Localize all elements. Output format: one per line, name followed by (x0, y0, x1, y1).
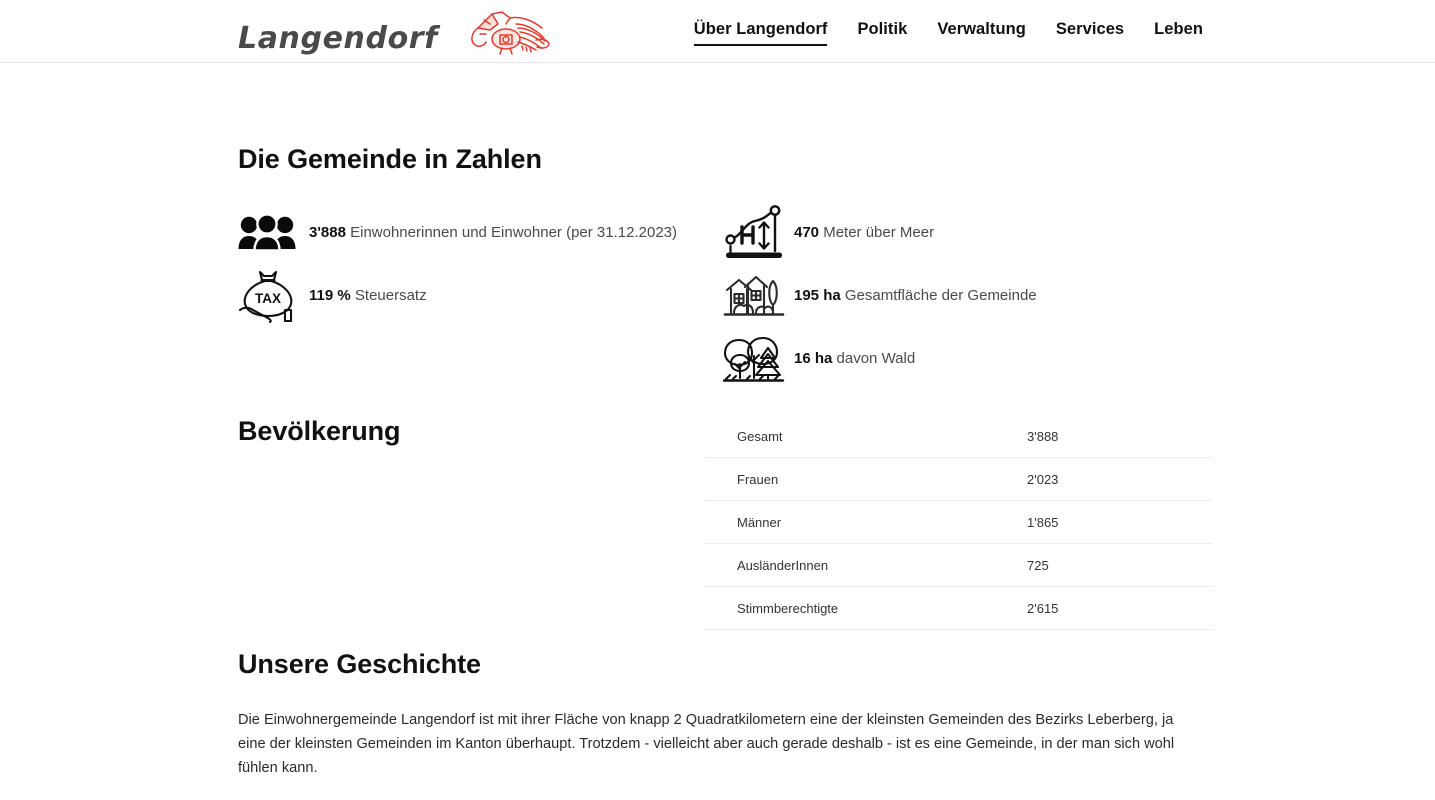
population-row-label: Frauen (705, 457, 1027, 501)
section-title-zahlen: Die Gemeinde in Zahlen (238, 144, 542, 174)
table-row: Stimmberechtigte 2'615 (705, 586, 1213, 630)
table-row: Frauen 2'023 (705, 457, 1213, 501)
fact-forest-area: 16 ha davon Wald (723, 327, 1208, 390)
population-row-label: Männer (705, 500, 1027, 544)
facts-grid: 3'888 Einwohnerinnen und Einwohner (per … (238, 201, 1213, 390)
fact-tax-rate-text: 119 % Steuersatz (300, 285, 427, 307)
population-row-value: 2'615 (1027, 586, 1213, 630)
history-paragraph: Die Einwohnergemeinde Langendorf ist mit… (238, 712, 1175, 776)
facts-column-right: 470 Meter über Meer 195 ha Gesamtfläche … (723, 201, 1208, 390)
fact-forest-area-label: davon Wald (836, 350, 916, 368)
nav-item-verwaltung[interactable]: Verwaltung (937, 18, 1026, 46)
fact-population-value: 3'888 (309, 224, 346, 242)
population-title-column: Bevölkerung (238, 415, 705, 630)
population-table-column: Gesamt 3'888 Frauen 2'023 Männer 1'865 A… (705, 415, 1213, 630)
population-row-value: 725 (1027, 543, 1213, 587)
nav-item-ueber-langendorf[interactable]: Über Langendorf (693, 18, 828, 46)
fact-total-area-label: Gesamtfläche der Gemeinde (844, 287, 1037, 305)
nav-item-services[interactable]: Services (1056, 18, 1124, 46)
section-title-bevoelkerung: Bevölkerung (238, 416, 401, 446)
section-unsere-geschichte: Unsere Geschichte Die Einwohnergemeinde … (238, 648, 1213, 800)
fact-altitude-text: 470 Meter über Meer (785, 222, 934, 244)
fact-altitude-value: 470 (794, 224, 820, 242)
fact-total-area-text: 195 ha Gesamtfläche der Gemeinde (785, 285, 1037, 307)
tax-money-bag-icon: TAX (238, 267, 300, 325)
nav-item-leben[interactable]: Leben (1154, 18, 1203, 46)
population-row-value: 1'865 (1027, 500, 1213, 544)
population-row-label: Gesamt (705, 415, 1027, 458)
houses-with-trees-icon (723, 267, 785, 325)
fact-total-area-value: 195 ha (794, 287, 841, 305)
population-row-label: Stimmberechtigte (705, 586, 1027, 630)
population-row-value: 3'888 (1027, 415, 1213, 458)
nav-item-politik[interactable]: Politik (857, 18, 907, 46)
fact-altitude: 470 Meter über Meer (723, 201, 1208, 264)
facts-column-left: 3'888 Einwohnerinnen und Einwohner (per … (238, 201, 723, 390)
fact-total-area: 195 ha Gesamtfläche der Gemeinde (723, 264, 1208, 327)
population-row-value: 2'023 (1027, 457, 1213, 501)
fact-population-text: 3'888 Einwohnerinnen und Einwohner (per … (300, 222, 677, 244)
svg-text:TAX: TAX (255, 291, 281, 306)
heraldic-eagle-icon (432, 10, 550, 56)
brand-wordmark: Langendorf (238, 21, 438, 56)
table-row: AusländerInnen 725 (705, 543, 1213, 587)
fact-forest-area-value: 16 ha (794, 350, 833, 368)
fact-population: 3'888 Einwohnerinnen und Einwohner (per … (238, 201, 723, 264)
section-title-geschichte: Unsere Geschichte (238, 649, 481, 679)
population-table: Gesamt 3'888 Frauen 2'023 Männer 1'865 A… (705, 415, 1213, 630)
people-group-icon (238, 204, 300, 262)
section-gemeinde-in-zahlen: Die Gemeinde in Zahlen 3'888 Einwohnerin… (238, 143, 1213, 390)
main-navigation: Über Langendorf Politik Verwaltung Servi… (693, 0, 1203, 63)
fact-tax-rate-value: 119 % (309, 287, 351, 305)
history-body: Die Einwohnergemeinde Langendorf ist mit… (238, 709, 1213, 800)
fact-population-label: Einwohnerinnen und Einwohner (per 31.12.… (350, 224, 678, 242)
forest-trees-icon (723, 330, 785, 388)
history-paragraph: Unser Dorf hat sich im Verlauf der letzt… (238, 796, 1183, 800)
fact-forest-area-text: 16 ha davon Wald (785, 348, 915, 370)
population-row-label: AusländerInnen (705, 543, 1027, 587)
site-logo[interactable]: Langendorf (238, 10, 550, 58)
table-row: Gesamt 3'888 (705, 415, 1213, 458)
section-bevoelkerung: Bevölkerung Gesamt 3'888 Frauen 2'023 Mä… (238, 415, 1213, 630)
fact-altitude-label: Meter über Meer (823, 224, 935, 242)
site-header: Langendorf Über Langendorf Politik Verwa… (0, 0, 1435, 63)
fact-tax-rate: TAX 119 % Steuersatz (238, 264, 723, 327)
table-row: Männer 1'865 (705, 500, 1213, 544)
altitude-above-sea-icon (723, 204, 785, 262)
fact-tax-rate-label: Steuersatz (354, 287, 427, 305)
